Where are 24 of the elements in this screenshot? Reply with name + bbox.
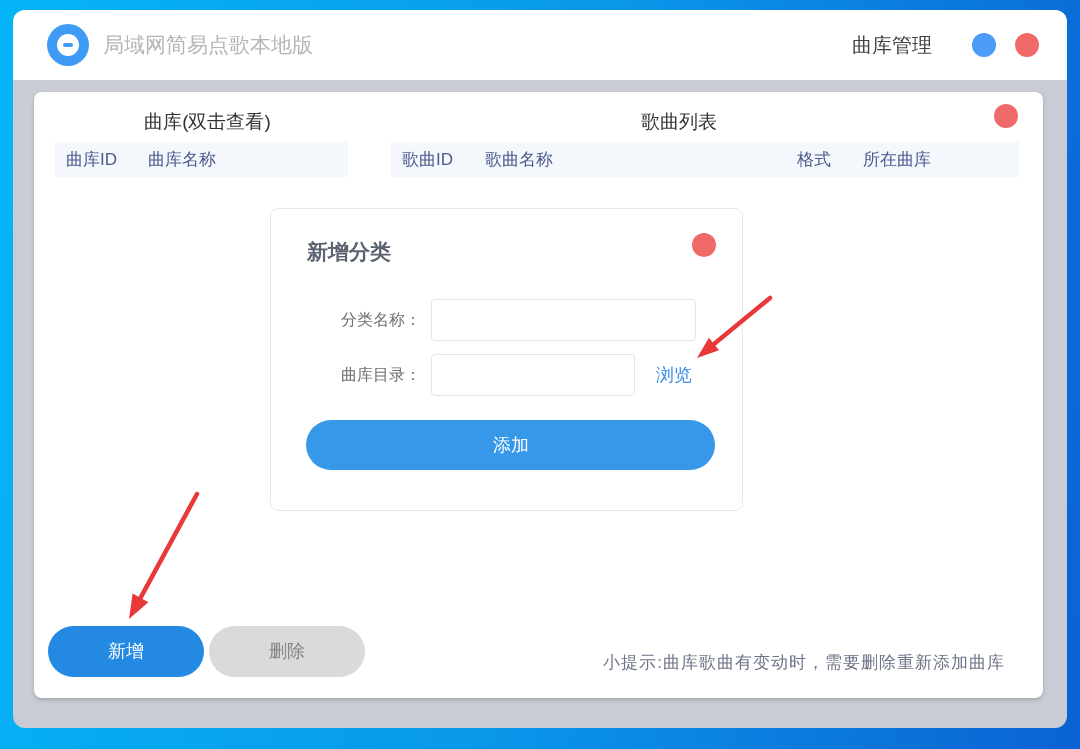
column-header: 曲库名称 <box>148 149 216 169</box>
close-button[interactable] <box>692 233 716 257</box>
hint-text: 小提示:曲库歌曲有变动时，需要删除重新添加曲库 <box>603 651 1005 674</box>
column-header: 所在曲库 <box>863 149 931 169</box>
menu-link[interactable]: 曲库管理 <box>852 30 932 60</box>
field-label: 曲库目录： <box>341 365 421 385</box>
column-header: 曲库ID <box>66 149 117 169</box>
add-button[interactable]: 添加 <box>306 420 715 470</box>
browse-link[interactable]: 浏览 <box>656 361 692 389</box>
column-header: 歌曲名称 <box>485 149 553 169</box>
field-label: 分类名称： <box>341 310 421 330</box>
column-header: 歌曲ID <box>402 149 453 169</box>
section-title: 歌曲列表 <box>641 109 717 134</box>
input-field[interactable] <box>431 299 696 341</box>
section-title: 曲库(双击查看) <box>144 109 271 134</box>
app-logo-icon <box>47 24 89 66</box>
window-title: 局域网简易点歌本地版 <box>103 32 313 59</box>
input-field[interactable] <box>431 354 635 396</box>
minimize-button[interactable] <box>972 33 996 57</box>
close-button[interactable] <box>1015 33 1039 57</box>
dialog-title: 新增分类 <box>307 240 391 263</box>
column-header: 格式 <box>797 149 831 169</box>
close-button[interactable] <box>994 104 1018 128</box>
action-button[interactable]: 新增 <box>48 626 204 677</box>
